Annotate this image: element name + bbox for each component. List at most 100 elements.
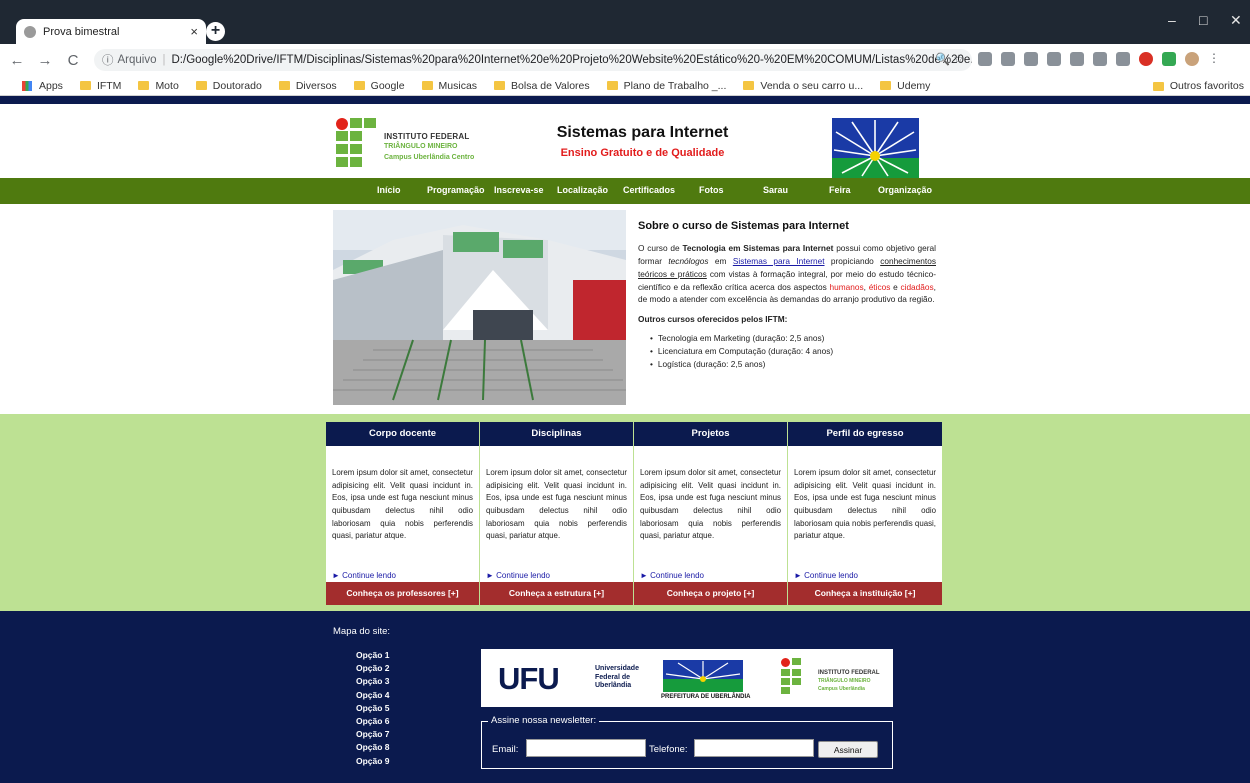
folder-icon	[1152, 81, 1164, 91]
card-projetos: Projetos Lorem ipsum dolor sit amet, con…	[634, 422, 788, 605]
card-text: Lorem ipsum dolor sit amet, consectetur …	[486, 468, 627, 541]
extension-icon[interactable]	[1047, 52, 1061, 66]
nav-organizacao[interactable]: Organização	[878, 185, 932, 195]
text-fragment: em	[708, 255, 733, 266]
bookmark-item[interactable]: Apps	[22, 80, 63, 92]
logo-red-dot	[781, 658, 790, 667]
bookmark-item[interactable]: Moto	[138, 80, 179, 92]
bookmark-label: Musicas	[438, 79, 478, 92]
reload-button[interactable]: C	[62, 52, 84, 69]
web-page: INSTITUTO FEDERAL TRIÂNGULO MINEIRO Camp…	[0, 96, 1250, 783]
close-window-icon[interactable]: ✕	[1230, 12, 1242, 29]
profile-avatar-icon[interactable]	[1185, 52, 1199, 66]
close-tab-icon[interactable]: ×	[190, 24, 198, 39]
forward-button[interactable]: →	[34, 52, 56, 69]
sistemas-internet-link[interactable]: Sistemas para Internet	[733, 256, 825, 266]
nav-inscreva-se[interactable]: Inscreva-se	[494, 185, 544, 195]
logo-square	[350, 118, 362, 128]
extension-icon[interactable]	[1024, 52, 1038, 66]
info-icon[interactable]: ⓘ	[102, 52, 114, 68]
about-heading: Sobre o curso de Sistemas para Internet	[638, 220, 849, 232]
other-bookmarks[interactable]: Outros favoritos	[1152, 80, 1244, 92]
continue-reading-link[interactable]: ► Continue lendo	[486, 571, 550, 580]
continue-reading-link[interactable]: ► Continue lendo	[640, 571, 704, 580]
minimize-icon[interactable]: –	[1168, 12, 1176, 28]
maximize-icon[interactable]: □	[1199, 12, 1207, 28]
logo-square	[350, 157, 362, 167]
iftm-logo: INSTITUTO FEDERAL TRIÂNGULO MINEIRO Camp…	[336, 114, 486, 170]
browser-tab[interactable]: Prova bimestral ×	[16, 19, 206, 44]
card-text: Lorem ipsum dolor sit amet, consectetur …	[332, 468, 473, 541]
nav-fotos[interactable]: Fotos	[699, 185, 724, 195]
other-courses-heading: Outros cursos oferecidos pelos IFTM:	[638, 314, 788, 325]
adblock-icon[interactable]	[1139, 52, 1153, 66]
bookmark-item[interactable]: Diversos	[278, 80, 337, 92]
extension-icon[interactable]	[978, 52, 992, 66]
phone-field[interactable]	[694, 739, 814, 757]
about-paragraph: O curso de Tecnologia em Sistemas para I…	[638, 242, 936, 306]
continue-reading-link[interactable]: ► Continue lendo	[332, 571, 396, 580]
sitemap-item[interactable]: Opção 1	[356, 649, 390, 662]
bookmark-item[interactable]: Musicas	[421, 79, 478, 92]
other-bookmarks-label: Outros favoritos	[1169, 80, 1244, 92]
extension-icon[interactable]	[1162, 52, 1176, 66]
nav-inicio[interactable]: Início	[377, 185, 401, 195]
address-url: D:/Google%20Drive/IFTM/Disciplinas/Siste…	[171, 54, 973, 66]
nav-feira[interactable]: Feira	[829, 185, 851, 195]
extension-icon[interactable]	[1116, 52, 1130, 66]
extension-icon[interactable]	[1070, 52, 1084, 66]
sitemap-item[interactable]: Opção 7	[356, 728, 390, 741]
sitemap-item[interactable]: Opção 4	[356, 689, 390, 702]
sitemap-item[interactable]: Opção 9	[356, 755, 390, 768]
sitemap-item[interactable]: Opção 6	[356, 715, 390, 728]
logo-square	[336, 144, 348, 154]
course-item: Tecnologia em Marketing (duração: 2,5 an…	[650, 332, 936, 345]
bookmark-item[interactable]: Venda o seu carro u...	[743, 80, 863, 92]
folder-icon	[421, 81, 433, 90]
subscribe-button[interactable]: Assinar	[818, 741, 878, 758]
sitemap-item[interactable]: Opção 8	[356, 741, 390, 754]
new-tab-button[interactable]: +	[206, 22, 225, 41]
text-fragment: O curso de	[638, 243, 683, 254]
bookmark-item[interactable]: Bolsa de Valores	[494, 80, 590, 92]
newsletter-form: Assine nossa newsletter: Email: Telefone…	[481, 715, 893, 769]
logo-square	[781, 687, 790, 694]
bookmark-item[interactable]: Doutorado	[195, 80, 262, 92]
bookmark-star-icon[interactable]: ☆	[953, 52, 964, 66]
nav-programacao[interactable]: Programação	[427, 185, 485, 195]
zoom-icon[interactable]: 🔍	[935, 52, 950, 66]
card-footer-button[interactable]: Conheça a instituição [+]	[788, 582, 942, 605]
logo-line1: INSTITUTO FEDERAL	[384, 132, 470, 141]
email-label: Email:	[492, 744, 519, 755]
nav-certificados[interactable]: Certificados	[623, 185, 675, 195]
extension-icon[interactable]	[1001, 52, 1015, 66]
card-footer-button[interactable]: Conheça o projeto [+]	[634, 582, 787, 605]
nav-localizacao[interactable]: Localização	[557, 185, 608, 195]
email-field[interactable]	[526, 739, 646, 757]
card-footer-button[interactable]: Conheça a estrutura [+]	[480, 582, 633, 605]
sitemap-item[interactable]: Opção 5	[356, 702, 390, 715]
address-bar[interactable]: ⓘ Arquivo | D:/Google%20Drive/IFTM/Disci…	[94, 49, 972, 71]
extension-icon[interactable]	[1093, 52, 1107, 66]
bookmark-item[interactable]: Udemy	[880, 80, 930, 92]
card-title: Perfil do egresso	[788, 422, 942, 446]
continue-reading-link[interactable]: ► Continue lendo	[794, 571, 858, 580]
partner-logos: UFU Universidade Federal de Uberlândia P…	[481, 649, 893, 707]
card-footer-button[interactable]: Conheça os professores [+]	[326, 582, 479, 605]
folder-icon	[138, 81, 150, 90]
sitemap-item[interactable]: Opção 3	[356, 675, 390, 688]
bookmark-item[interactable]: Plano de Trabalho _...	[606, 80, 726, 92]
courses-list: Tecnologia em Marketing (duração: 2,5 an…	[638, 332, 936, 371]
card-title: Projetos	[634, 422, 787, 446]
logo-line3: Campus Uberlândia Centro	[384, 154, 475, 161]
top-strip	[0, 96, 1250, 104]
bookmark-label: Udemy	[897, 79, 931, 92]
menu-icon[interactable]: ⋮	[1208, 52, 1222, 66]
sitemap-item[interactable]: Opção 2	[356, 662, 390, 675]
logo-square	[364, 118, 376, 128]
back-button[interactable]: ←	[6, 52, 28, 69]
bookmark-item[interactable]: Google	[353, 80, 405, 92]
bookmark-item[interactable]: IFTM	[79, 80, 121, 92]
about-section: Sobre o curso de Sistemas para Internet …	[0, 204, 1250, 414]
nav-sarau[interactable]: Sarau	[763, 185, 788, 195]
